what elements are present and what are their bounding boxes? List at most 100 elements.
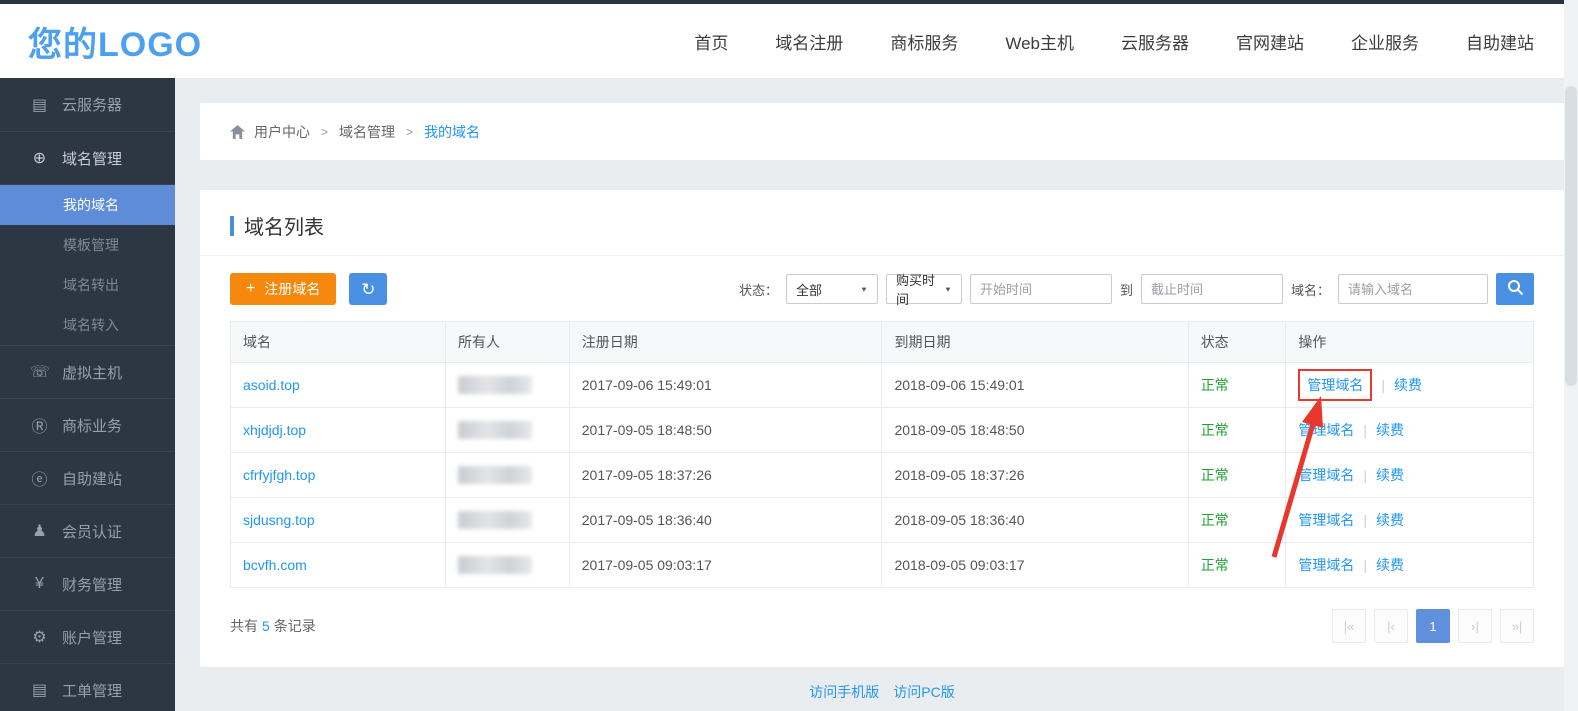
- table-header-row: 域名所有人注册日期到期日期状态操作: [231, 322, 1534, 363]
- breadcrumb-item[interactable]: 用户中心: [254, 122, 310, 142]
- footer-link[interactable]: 访问手机版: [809, 684, 879, 700]
- manage-domain-link[interactable]: 管理域名: [1298, 467, 1354, 483]
- action-separator: |: [1381, 377, 1385, 393]
- domain-search-input[interactable]: [1338, 274, 1488, 304]
- top-nav-item[interactable]: 云服务器: [1121, 29, 1189, 54]
- status-cell: 正常: [1188, 498, 1286, 543]
- domain-cell: xhjdjdj.top: [231, 408, 446, 453]
- owner-redacted-blur: [458, 511, 532, 529]
- manage-domain-link[interactable]: 管理域名: [1298, 557, 1354, 573]
- sidebar-item-label: 域名管理: [62, 148, 122, 169]
- sidebar-item-label: 会员认证: [62, 521, 122, 542]
- sidebar-item-site-builder[interactable]: ⓔ自助建站: [0, 451, 175, 504]
- search-button[interactable]: [1496, 273, 1534, 305]
- renew-link[interactable]: 续费: [1376, 422, 1404, 438]
- sidebar-item-member-auth[interactable]: ♟会员认证: [0, 504, 175, 557]
- domain-link[interactable]: asoid.top: [243, 377, 300, 393]
- home-icon: [230, 125, 245, 139]
- manage-domain-link[interactable]: 管理域名: [1298, 512, 1354, 528]
- content-area: 用户中心>域名管理>我的域名 域名列表 + 注册域名 ↻ 状态： 全部 ▼: [175, 78, 1578, 711]
- action-separator: |: [1363, 557, 1367, 573]
- record-count-summary: 共有5条记录: [230, 616, 316, 636]
- yen-icon: ¥: [30, 575, 49, 593]
- top-nav-item[interactable]: 自助建站: [1466, 29, 1534, 54]
- sidebar-item-virtual-host[interactable]: ☏虚拟主机: [0, 345, 175, 398]
- sidebar-subitem-domain-transfer-in[interactable]: 域名转入: [0, 305, 175, 345]
- status-cell: 正常: [1188, 408, 1286, 453]
- pagination: |«|‹1›|»|: [1332, 609, 1534, 643]
- domain-link[interactable]: sjdusng.top: [243, 512, 315, 528]
- domain-cell: cfrfyjfgh.top: [231, 453, 446, 498]
- domain-cell: bcvfh.com: [231, 543, 446, 588]
- owner-redacted-blur: [458, 556, 532, 574]
- globe-icon: ⊕: [30, 148, 49, 168]
- sidebar-item-label: 云服务器: [62, 94, 122, 115]
- sidebar-item-label: 财务管理: [62, 574, 122, 595]
- top-nav-item[interactable]: Web主机: [1005, 29, 1074, 54]
- manage-domain-link[interactable]: 管理域名: [1298, 369, 1372, 401]
- sidebar-item-account[interactable]: ⚙账户管理: [0, 610, 175, 663]
- status-select[interactable]: 全部 ▼: [786, 274, 878, 304]
- renew-link[interactable]: 续费: [1376, 557, 1404, 573]
- next-page-button[interactable]: ›|: [1458, 609, 1492, 643]
- action-separator: |: [1363, 467, 1367, 483]
- table-row: sjdusng.top2017-09-05 18:36:402018-09-05…: [231, 498, 1534, 543]
- owner-redacted-blur: [458, 376, 532, 394]
- first-page-button[interactable]: |«: [1332, 609, 1366, 643]
- domain-link[interactable]: xhjdjdj.top: [243, 422, 306, 438]
- register-domain-button[interactable]: + 注册域名: [230, 273, 336, 305]
- circle-e-icon: ⓔ: [30, 466, 49, 490]
- start-time-input[interactable]: [970, 274, 1112, 304]
- time-type-select[interactable]: 购买时间 ▼: [886, 274, 962, 304]
- domain-link[interactable]: cfrfyjfgh.top: [243, 467, 315, 483]
- sidebar-subitem-my-domains[interactable]: 我的域名: [0, 185, 175, 225]
- status-cell: 正常: [1188, 453, 1286, 498]
- table-footer: 共有5条记录 |«|‹1›|»|: [230, 609, 1534, 643]
- last-page-button[interactable]: »|: [1500, 609, 1534, 643]
- sidebar-item-ticket[interactable]: ▤工单管理: [0, 663, 175, 711]
- footer-link[interactable]: 访问PC版: [893, 684, 954, 700]
- table-row: asoid.top2017-09-06 15:49:012018-09-06 1…: [231, 363, 1534, 408]
- breadcrumb-item[interactable]: 我的域名: [424, 122, 480, 142]
- domain-link[interactable]: bcvfh.com: [243, 557, 307, 573]
- top-nav-item[interactable]: 首页: [694, 29, 728, 54]
- actions-cell: 管理域名 | 续费: [1286, 408, 1534, 453]
- scrollbar-thumb[interactable]: [1565, 86, 1577, 386]
- sidebar-subitem-template-mgmt[interactable]: 模板管理: [0, 225, 175, 265]
- expiry-date-cell: 2018-09-05 09:03:17: [882, 543, 1188, 588]
- sidebar-item-label: 商标业务: [62, 415, 122, 436]
- top-nav-item[interactable]: 商标服务: [890, 29, 958, 54]
- domain-filter-label: 域名：: [1291, 280, 1330, 299]
- site-header: 您的LOGO 首页域名注册商标服务Web主机云服务器官网建站企业服务自助建站: [0, 4, 1578, 78]
- renew-link[interactable]: 续费: [1394, 377, 1422, 393]
- owner-cell: [445, 408, 569, 453]
- sidebar-item-trademark[interactable]: Ⓡ商标业务: [0, 398, 175, 451]
- chevron-down-icon: ▼: [860, 285, 868, 293]
- action-separator: |: [1363, 422, 1367, 438]
- column-header: 状态: [1188, 322, 1286, 363]
- breadcrumb-item[interactable]: 域名管理: [339, 122, 395, 142]
- status-filter-label: 状态：: [739, 280, 778, 299]
- action-separator: |: [1363, 512, 1367, 528]
- refresh-button[interactable]: ↻: [349, 273, 387, 305]
- browser-scrollbar[interactable]: [1564, 0, 1578, 711]
- top-nav-item[interactable]: 官网建站: [1236, 29, 1304, 54]
- domain-cell: sjdusng.top: [231, 498, 446, 543]
- table-row: xhjdjdj.top2017-09-05 18:48:502018-09-05…: [231, 408, 1534, 453]
- top-nav-item[interactable]: 域名注册: [775, 29, 843, 54]
- sidebar-subitem-domain-transfer-out[interactable]: 域名转出: [0, 265, 175, 305]
- end-time-input[interactable]: [1141, 274, 1283, 304]
- renew-link[interactable]: 续费: [1376, 512, 1404, 528]
- prev-page-button[interactable]: |‹: [1374, 609, 1408, 643]
- actions-cell: 管理域名 | 续费: [1286, 363, 1534, 408]
- renew-link[interactable]: 续费: [1376, 467, 1404, 483]
- manage-domain-link[interactable]: 管理域名: [1298, 422, 1354, 438]
- footer-links: 访问手机版访问PC版: [200, 682, 1564, 702]
- sidebar-item-cloud-server[interactable]: ▤云服务器: [0, 78, 175, 131]
- top-nav-item[interactable]: 企业服务: [1351, 29, 1419, 54]
- registration-date-cell: 2017-09-05 18:36:40: [569, 498, 882, 543]
- sidebar-item-finance[interactable]: ¥ 财务管理: [0, 557, 175, 610]
- page-1-button[interactable]: 1: [1416, 609, 1450, 643]
- sidebar-item-domain-mgmt[interactable]: ⊕ 域名管理: [0, 131, 175, 184]
- status-select-value: 全部: [796, 280, 822, 299]
